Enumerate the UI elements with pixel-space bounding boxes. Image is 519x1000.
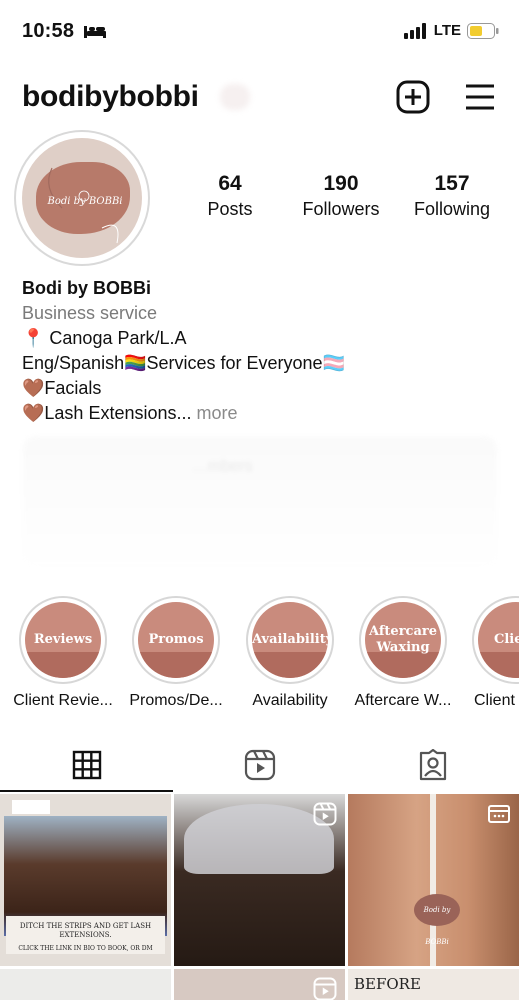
bio-line-lash-text: 🤎Lash Extensions...: [22, 403, 192, 423]
highlight-label: Availability: [252, 692, 328, 709]
bio-line-location: 📍 Canoga Park/L.A: [22, 328, 187, 348]
following-stat[interactable]: 157 Following: [404, 172, 500, 220]
post-thumbnail[interactable]: DITCH THE STRIPS AND GET LASH EXTENSIONS…: [0, 794, 171, 966]
plus-square-icon[interactable]: [396, 80, 430, 114]
blurred-badge: [220, 84, 250, 110]
carrier-label: LTE: [433, 22, 461, 39]
posts-label: Posts: [207, 199, 253, 219]
signal-bars-icon: [403, 22, 426, 39]
highlight-cover: Promos: [138, 602, 214, 678]
story-highlights: Reviews Client Revie... Promos Promos/De…: [0, 596, 519, 716]
post-photo-cap: [184, 804, 334, 874]
tab-posts-grid[interactable]: [0, 738, 173, 792]
post-logo-sticker: Bodi by BOBBi: [414, 894, 460, 946]
carousel-icon: [488, 805, 510, 823]
highlight-cover-title: Reviews: [33, 632, 93, 647]
tagged-person-icon: [419, 749, 446, 781]
followers-label: Followers: [302, 199, 380, 219]
bio-line-facials: 🤎Facials: [22, 378, 102, 398]
post-thumbnail[interactable]: [0, 969, 171, 1000]
following-label: Following: [413, 199, 491, 219]
highlight-client[interactable]: Client Client: [460, 596, 519, 710]
reels-icon: [244, 749, 275, 781]
clock-time: 10:58: [22, 20, 75, 42]
posts-stat[interactable]: 64 Posts: [190, 172, 270, 220]
post-before-label: BEFORE: [354, 975, 421, 993]
bio-more-link[interactable]: more: [197, 403, 238, 423]
post-thumbnail[interactable]: Bodi by BOBBi: [348, 794, 519, 966]
tab-tagged[interactable]: [346, 738, 519, 792]
highlight-label: Client: [474, 692, 515, 709]
highlight-reviews[interactable]: Reviews Client Revie...: [7, 596, 119, 710]
bio-display-name: Bodi by BOBBi: [22, 278, 151, 298]
highlight-label: Aftercare W...: [354, 692, 452, 709]
highlight-promos[interactable]: Promos Promos/De...: [120, 596, 232, 710]
profile-header: bodibybobbi: [0, 72, 519, 122]
grid-icon: [72, 750, 101, 780]
post-subcaption: CLICK THE LINK IN BIO TO BOOK, OR DM: [18, 945, 153, 952]
highlight-cover: Reviews: [25, 602, 101, 678]
followers-count: 190: [323, 172, 359, 195]
followers-stat[interactable]: 190 Followers: [291, 172, 391, 220]
bio-line-languages: Eng/Spanish🏳️‍🌈Services for Everyone🏳️‍⚧…: [22, 353, 345, 373]
post-caption-box: DITCH THE STRIPS AND GET LASH EXTENSIONS…: [6, 916, 165, 954]
reels-icon: [313, 802, 337, 826]
highlight-label: Client Revie...: [13, 692, 113, 709]
profile-bio: Bodi by BOBBi Business service 📍 Canoga …: [22, 276, 502, 426]
highlight-aftercare[interactable]: Aftercare Waxing Aftercare W...: [347, 596, 459, 710]
faded-panel-text: …mbers: [192, 458, 253, 475]
highlight-cover-title: Availability: [252, 632, 328, 647]
posts-grid: DITCH THE STRIPS AND GET LASH EXTENSIONS…: [0, 792, 519, 1000]
avatar-image: Bodi by BOBBi: [22, 138, 142, 258]
highlight-cover: Availability: [252, 602, 328, 678]
reels-icon: [313, 977, 337, 1000]
status-bar: 10:58 LTE: [0, 0, 519, 62]
post-caption: DITCH THE STRIPS AND GET LASH EXTENSIONS…: [19, 922, 152, 939]
following-count: 157: [434, 172, 470, 195]
bio-line-lash: 🤎Lash Extensions... more: [22, 401, 502, 426]
bed-icon: [84, 26, 106, 38]
highlight-cover: Client: [478, 602, 519, 678]
battery-low-icon: [467, 22, 499, 39]
highlight-availability[interactable]: Availability Availability: [234, 596, 346, 710]
profile-username[interactable]: bodibybobbi: [22, 80, 199, 114]
highlight-cover: Aftercare Waxing: [365, 602, 441, 678]
post-thumbnail[interactable]: [174, 794, 345, 966]
bio-category[interactable]: Business service: [22, 301, 502, 326]
posts-count: 64: [218, 172, 242, 195]
highlight-cover-title: Promos: [148, 632, 204, 647]
post-thumbnail[interactable]: [174, 969, 345, 1000]
post-thumbnail[interactable]: BEFORE: [348, 969, 519, 1000]
profile-content-tabs: [0, 738, 519, 792]
highlight-cover-title: Aftercare Waxing: [368, 624, 438, 655]
highlight-label: Promos/De...: [129, 692, 223, 709]
tab-reels[interactable]: [173, 738, 346, 792]
hamburger-menu-icon[interactable]: [464, 82, 496, 112]
highlight-cover-title: Client: [494, 632, 519, 647]
avatar-logo-text: Bodi by BOBBi: [47, 196, 123, 207]
profile-avatar[interactable]: Bodi by BOBBi: [14, 130, 150, 266]
faded-dashboard-panel: …mbers: [22, 436, 498, 570]
